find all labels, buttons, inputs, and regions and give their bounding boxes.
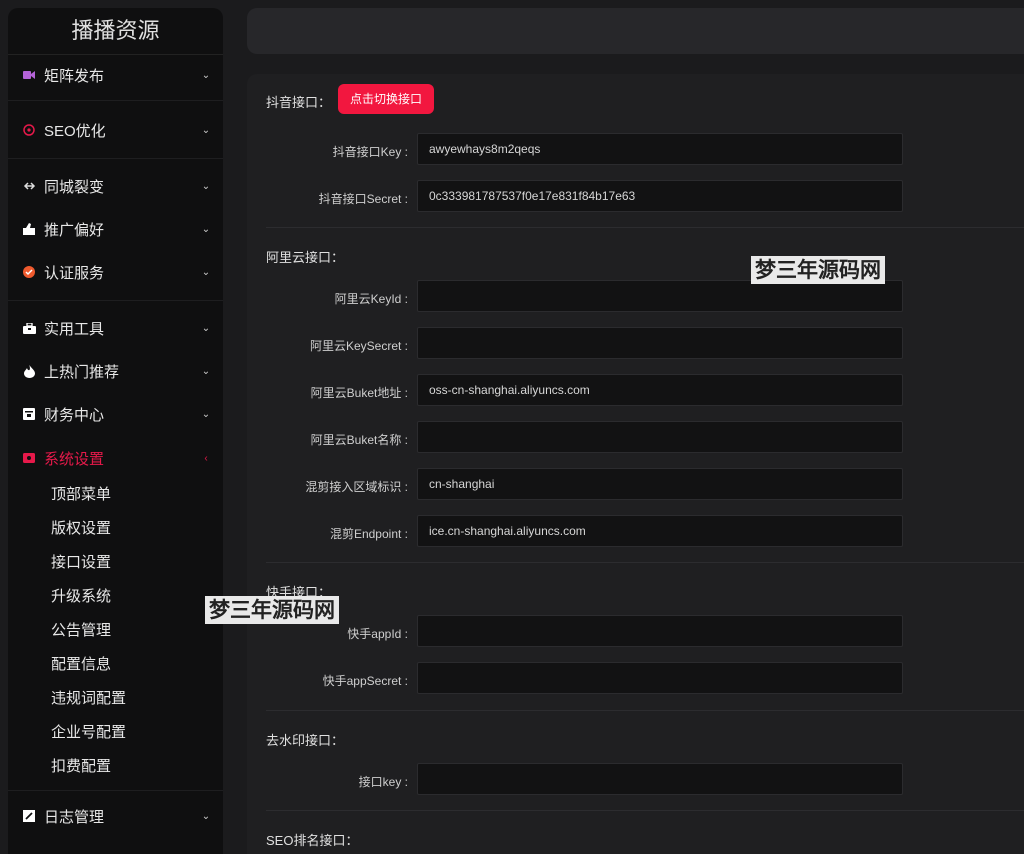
aliyun-buket-addr-label: 阿里云Buket地址 :	[310, 386, 408, 400]
chevron-down-icon: ⌄	[201, 365, 211, 377]
log-icon	[22, 809, 36, 823]
wallet-icon	[22, 407, 36, 421]
sidebar-item-label: 推广偏好	[44, 221, 105, 239]
chevron-down-icon: ⌄	[201, 124, 211, 136]
kuaishou-appid-input[interactable]	[417, 615, 903, 647]
aliyun-endpoint-input[interactable]: ice.cn-shanghai.aliyuncs.com	[417, 515, 903, 547]
sidebar-item-label: 上热门推荐	[44, 363, 120, 381]
chevron-down-icon: ⌄	[201, 180, 211, 192]
submenu-item-announcements[interactable]: 公告管理	[51, 620, 111, 642]
chevron-down-icon: ⌄	[201, 408, 211, 420]
aliyun-keysecret-input[interactable]	[417, 327, 903, 359]
submenu-item-top-menu[interactable]: 顶部菜单	[51, 484, 111, 506]
douyin-secret-input[interactable]: 0c333981787537f0e17e831f84b17e63	[417, 180, 903, 212]
aliyun-section-title: 阿里云接口：	[266, 250, 345, 265]
chevron-down-icon: ⌄	[201, 223, 211, 235]
thumb-icon	[22, 222, 36, 236]
sidebar-item-matrix-publish[interactable]: 矩阵发布 ⌄	[8, 60, 223, 90]
submenu-item-billing[interactable]: 扣费配置	[51, 756, 111, 778]
watermark-api-key-input[interactable]	[417, 763, 903, 795]
watermark-text: 梦三年源码网	[205, 596, 339, 624]
aliyun-buket-addr-input[interactable]: oss-cn-shanghai.aliyuncs.com	[417, 374, 903, 406]
sidebar-item-cert-service[interactable]: 认证服务 ⌄	[8, 257, 223, 287]
link-icon	[22, 179, 36, 193]
aliyun-buket-name-label: 阿里云Buket名称 :	[310, 433, 408, 447]
sidebar-item-system-settings[interactable]: 系统设置 ‹	[8, 443, 223, 473]
chevron-down-icon: ⌄	[201, 266, 211, 278]
submenu-item-upgrade[interactable]: 升级系统	[51, 586, 111, 608]
sidebar-item-city-fission[interactable]: 同城裂变 ⌄	[8, 171, 223, 201]
sidebar-item-label: 认证服务	[44, 264, 105, 282]
aliyun-buket-name-input[interactable]	[417, 421, 903, 453]
submenu-item-config-info[interactable]: 配置信息	[51, 654, 111, 676]
kuaishou-appsecret-input[interactable]	[417, 662, 903, 694]
aliyun-keyid-label: 阿里云KeyId :	[334, 292, 408, 306]
sidebar-item-seo[interactable]: SEO优化 ⌄	[8, 115, 223, 145]
settings-icon	[22, 451, 36, 465]
chevron-down-icon: ⌄	[201, 322, 211, 334]
kuaishou-appsecret-label: 快手appSecret :	[322, 674, 408, 688]
watermark-text: 梦三年源码网	[751, 256, 885, 284]
seo-rank-section-title: SEO排名接口：	[266, 833, 359, 848]
toolbox-icon	[22, 321, 36, 335]
video-icon	[22, 68, 36, 82]
douyin-key-label: 抖音接口Key :	[332, 145, 408, 159]
sidebar-item-label: 财务中心	[44, 406, 105, 424]
submenu-item-copyright[interactable]: 版权设置	[51, 518, 111, 540]
sidebar-item-promo-pref[interactable]: 推广偏好 ⌄	[8, 214, 223, 244]
sidebar: 播播资源 矩阵发布 ⌄ SEO优化 ⌄ 同城裂变 ⌄ 推广偏好 ⌄ 认证服务 ⌄…	[8, 8, 223, 854]
verified-icon	[22, 265, 36, 279]
sidebar-item-label: 实用工具	[44, 320, 105, 338]
sidebar-item-label: 系统设置	[44, 450, 105, 468]
api-settings-panel: 抖音接口： 点击切换接口 抖音接口Key : awyewhays8m2qeqs …	[247, 74, 1024, 854]
chevron-left-icon: ‹	[204, 452, 208, 464]
sidebar-item-label: SEO优化	[44, 122, 106, 140]
submenu-item-banned-words[interactable]: 违规词配置	[51, 688, 126, 710]
seo-icon	[22, 123, 36, 137]
aliyun-keyid-input[interactable]	[417, 280, 903, 312]
aliyun-keysecret-label: 阿里云KeySecret :	[309, 339, 408, 353]
sidebar-item-label: 日志管理	[44, 808, 105, 826]
submenu-item-api-settings[interactable]: 接口设置	[51, 552, 111, 574]
brand-logo: 播播资源	[8, 8, 223, 55]
sidebar-item-logs[interactable]: 日志管理 ⌄	[8, 801, 223, 831]
chevron-down-icon: ⌄	[201, 810, 211, 822]
watermark-api-key-label: 接口key :	[358, 775, 408, 789]
aliyun-region-input[interactable]: cn-shanghai	[417, 468, 903, 500]
douyin-key-input[interactable]: awyewhays8m2qeqs	[417, 133, 903, 165]
sidebar-item-hot-recommend[interactable]: 上热门推荐 ⌄	[8, 356, 223, 386]
aliyun-endpoint-label: 混剪Endpoint :	[329, 527, 408, 541]
aliyun-region-label: 混剪接入区域标识 :	[305, 480, 408, 494]
watermark-api-section-title: 去水印接口：	[266, 733, 345, 748]
fire-icon	[22, 364, 36, 378]
switch-api-button[interactable]: 点击切换接口	[338, 84, 435, 114]
top-bar	[247, 8, 1024, 54]
sidebar-item-label: 矩阵发布	[44, 67, 105, 85]
sidebar-item-label: 同城裂变	[44, 178, 105, 196]
douyin-section-title: 抖音接口：	[266, 95, 332, 110]
chevron-down-icon: ⌄	[201, 69, 211, 81]
douyin-secret-label: 抖音接口Secret :	[318, 192, 408, 206]
submenu-item-enterprise[interactable]: 企业号配置	[51, 722, 126, 744]
sidebar-item-tools[interactable]: 实用工具 ⌄	[8, 313, 223, 343]
sidebar-item-finance[interactable]: 财务中心 ⌄	[8, 399, 223, 429]
kuaishou-appid-label: 快手appId :	[347, 627, 408, 641]
